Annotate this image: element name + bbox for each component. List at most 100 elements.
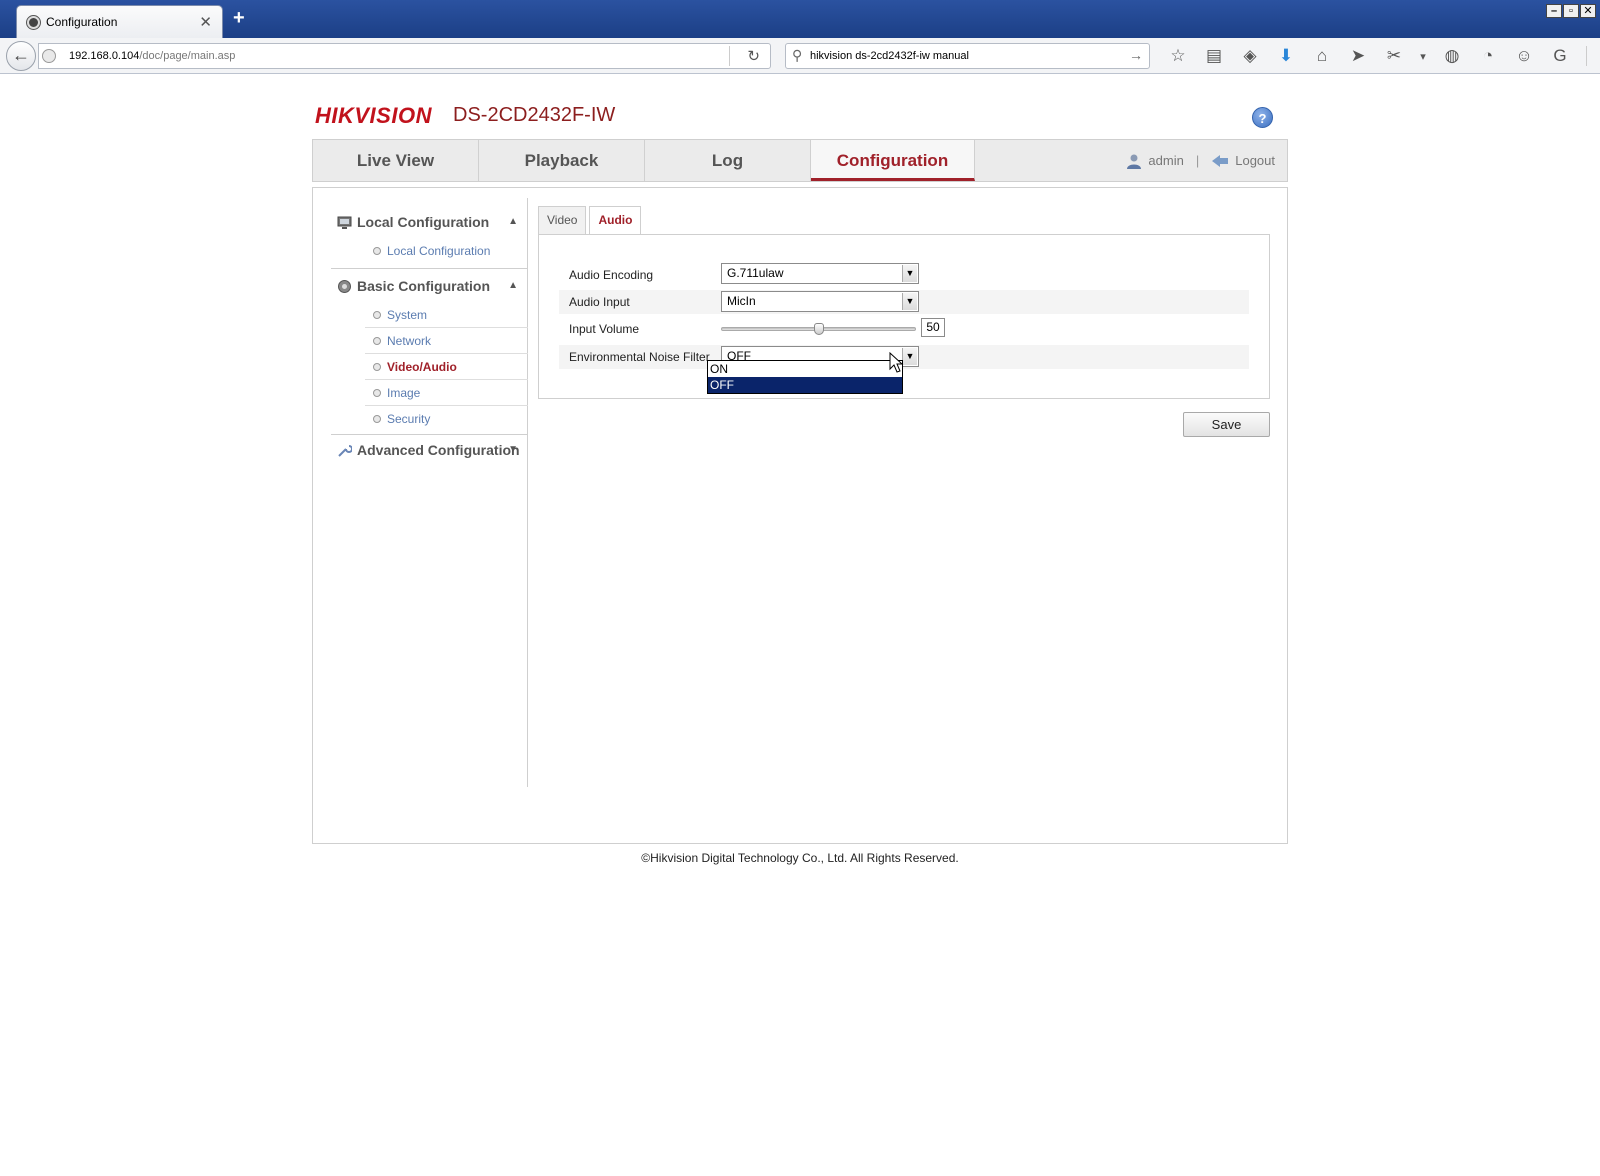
bullet-icon xyxy=(373,311,381,319)
bullet-icon xyxy=(373,389,381,397)
bullet-icon xyxy=(373,415,381,423)
sidebar-basic-configuration[interactable]: Basic Configuration ▲ xyxy=(331,270,528,302)
sidebar-item-image[interactable]: Image xyxy=(365,380,528,406)
audio-encoding-label: Audio Encoding xyxy=(569,268,654,282)
sidebar-divider xyxy=(331,268,528,269)
logout-link[interactable]: Logout xyxy=(1235,140,1275,181)
nav-playback[interactable]: Playback xyxy=(479,140,645,181)
help-icon[interactable]: ? xyxy=(1252,107,1273,128)
wrench-icon xyxy=(338,445,352,457)
sync-icon[interactable]: ◍ xyxy=(1434,46,1470,66)
sidebar-item-security[interactable]: Security xyxy=(365,406,528,432)
sidebar-item-label: Video/Audio xyxy=(387,360,457,374)
username: admin xyxy=(1148,153,1184,168)
reading-list-icon[interactable]: ▤ xyxy=(1196,46,1232,66)
search-icon: ⚲ xyxy=(792,47,803,63)
close-tab-icon[interactable]: ✕ xyxy=(199,13,212,31)
user-icon xyxy=(1127,154,1142,169)
url-host: 192.168.0.104 xyxy=(69,50,140,62)
url-path: /doc/page/main.asp xyxy=(139,50,236,62)
new-tab-button[interactable]: + xyxy=(233,8,245,28)
sidebar-item-network[interactable]: Network xyxy=(365,328,528,354)
url-separator xyxy=(729,46,730,66)
search-input[interactable]: hikvision ds-2cd2432f-iw manual xyxy=(810,50,969,62)
pocket-icon[interactable]: ◈ xyxy=(1232,46,1268,66)
main-panel: Local Configuration ▲ Local Configuratio… xyxy=(312,187,1288,844)
bullet-icon xyxy=(373,363,381,371)
sidebar-local-configuration[interactable]: Local Configuration ▲ xyxy=(331,206,528,238)
input-volume-slider[interactable] xyxy=(721,323,916,335)
chevron-down-icon[interactable]: ▼ xyxy=(508,434,518,466)
user-separator: | xyxy=(1195,153,1200,168)
sidebar-item-label: Local Configuration xyxy=(387,244,491,258)
chat-icon[interactable]: ☺ xyxy=(1506,46,1542,66)
top-navigation: Live View Playback Log Configuration adm… xyxy=(312,139,1288,182)
chevron-up-icon[interactable]: ▲ xyxy=(508,270,518,302)
tab-title: Configuration xyxy=(46,15,118,29)
hamburger-menu-icon[interactable]: ☰ xyxy=(1595,46,1600,66)
device-model: DS-2CD2432F-IW xyxy=(453,104,616,126)
sidebar-item-system[interactable]: System xyxy=(365,302,528,328)
hikvision-logo: HIKVISION xyxy=(315,103,432,128)
chevron-down-icon[interactable]: ▼ xyxy=(902,265,917,282)
noise-filter-dropdown: ON OFF xyxy=(707,360,903,394)
dropdown-option-on[interactable]: ON xyxy=(708,361,902,377)
sidebar-item-label: System xyxy=(387,308,428,322)
nav-live-view[interactable]: Live View xyxy=(313,140,479,181)
search-bar[interactable]: ⚲ hikvision ds-2cd2432f-iw manual → xyxy=(785,43,1150,69)
audio-encoding-select[interactable]: G.711ulaw ▼ xyxy=(721,263,919,284)
minimize-button[interactable]: – xyxy=(1546,4,1562,18)
home-icon[interactable]: ⌂ xyxy=(1304,46,1340,66)
nav-log[interactable]: Log xyxy=(645,140,811,181)
site-identity-icon[interactable] xyxy=(42,49,56,63)
tab-audio[interactable]: Audio xyxy=(589,206,642,235)
download-icon[interactable]: ⬇ xyxy=(1268,46,1304,66)
reload-icon[interactable]: ↻ xyxy=(747,47,760,65)
close-window-button[interactable]: ✕ xyxy=(1580,4,1596,18)
bookmark-star-icon[interactable]: ☆ xyxy=(1160,46,1196,66)
bullet-icon xyxy=(373,337,381,345)
browser-tab[interactable]: Configuration ✕ xyxy=(16,5,223,38)
send-icon[interactable]: ➤ xyxy=(1340,46,1376,66)
audio-settings-form: Audio Encoding G.711ulaw ▼ Audio Input M… xyxy=(538,234,1270,399)
slider-handle[interactable] xyxy=(813,323,824,335)
sidebar-head-label: Advanced Configuration xyxy=(357,442,520,458)
browser-navbar: ← 192.168.0.104/doc/page/main.asp ↻ ⚲ hi… xyxy=(0,38,1600,74)
search-go-icon[interactable]: → xyxy=(1129,47,1143,63)
screenshot-icon[interactable]: ✂ xyxy=(1376,46,1412,66)
history-icon[interactable]: ◔ xyxy=(1470,46,1506,66)
extension-icon[interactable]: G xyxy=(1542,46,1578,66)
sidebar-head-label: Local Configuration xyxy=(357,214,490,230)
sidebar-item-label: Network xyxy=(387,334,432,348)
dropdown-option-off[interactable]: OFF xyxy=(708,377,902,393)
row-audio-encoding: Audio Encoding G.711ulaw ▼ xyxy=(559,263,1249,287)
bullet-icon xyxy=(373,247,381,255)
sidebar-item-video-audio[interactable]: Video/Audio xyxy=(365,354,528,380)
logout-icon[interactable] xyxy=(1211,154,1229,168)
sidebar-head-label: Basic Configuration xyxy=(357,278,491,294)
sidebar-item-local-configuration[interactable]: Local Configuration xyxy=(365,238,528,264)
audio-encoding-value: G.711ulaw xyxy=(727,266,784,280)
input-volume-value[interactable]: 50 xyxy=(921,318,945,337)
restore-button[interactable]: ▫ xyxy=(1563,4,1579,18)
url-text[interactable]: 192.168.0.104/doc/page/main.asp xyxy=(69,50,235,62)
browser-toolbar: ☆ ▤ ◈ ⬇ ⌂ ➤ ✂ ▾ ◍ ◔ ☺ G ☰ xyxy=(1160,43,1600,69)
sidebar-advanced-configuration[interactable]: Advanced Configuration ▼ xyxy=(331,434,528,466)
more-tools-chevron-icon[interactable]: ▾ xyxy=(1412,50,1434,63)
tab-video[interactable]: Video xyxy=(538,206,587,234)
row-audio-input: Audio Input MicIn ▼ xyxy=(559,290,1249,314)
chevron-up-icon[interactable]: ▲ xyxy=(508,206,518,238)
save-button[interactable]: Save xyxy=(1183,412,1270,437)
input-volume-label: Input Volume xyxy=(569,322,640,336)
sidebar: Local Configuration ▲ Local Configuratio… xyxy=(331,198,528,787)
url-bar[interactable]: 192.168.0.104/doc/page/main.asp ↻ xyxy=(38,43,771,69)
noise-filter-label: Environmental Noise Filter xyxy=(569,350,710,364)
mouse-cursor-icon xyxy=(889,352,904,373)
copyright-footer: ©Hikvision Digital Technology Co., Ltd. … xyxy=(641,851,959,865)
back-button[interactable]: ← xyxy=(6,41,36,71)
audio-input-select[interactable]: MicIn ▼ xyxy=(721,291,919,312)
chevron-down-icon[interactable]: ▼ xyxy=(902,293,917,310)
gear-icon xyxy=(338,280,351,293)
camera-favicon-icon xyxy=(27,16,40,29)
nav-configuration[interactable]: Configuration xyxy=(811,140,975,181)
